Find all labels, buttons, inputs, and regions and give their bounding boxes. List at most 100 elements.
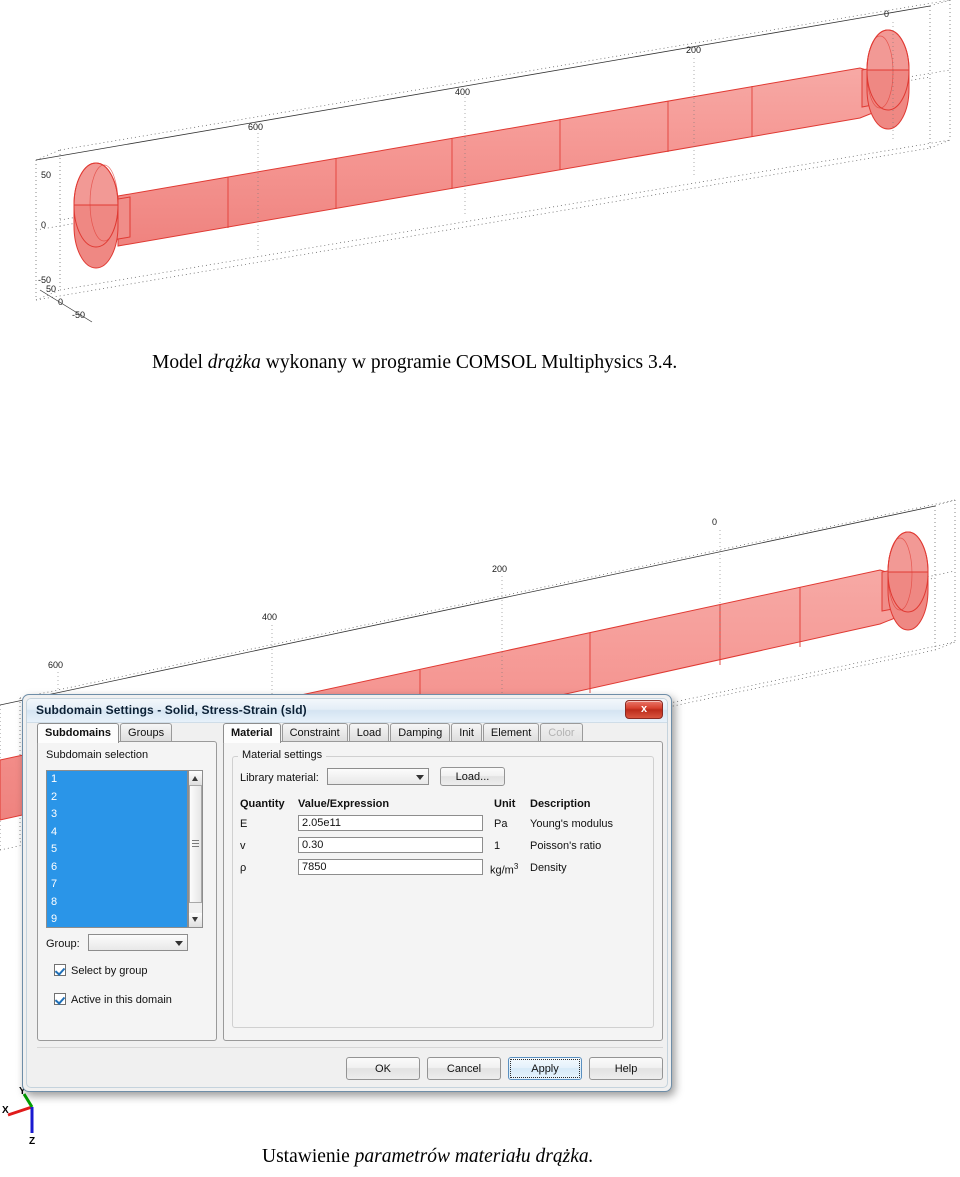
load-button[interactable]: Load... (440, 767, 505, 786)
axis-tick2-200: 200 (492, 564, 507, 574)
axis-tick-d-0: 0 (58, 297, 63, 307)
list-item[interactable]: 2 (47, 788, 187, 806)
dialog-body: Subdomains Groups Subdomain selection 1 … (27, 723, 667, 1087)
help-button[interactable]: Help (589, 1057, 663, 1080)
caption-top-part1: Model (152, 352, 208, 373)
figure-caption-top: Model drążka wykonany w programie COMSOL… (152, 352, 677, 374)
axis-tick-d-m50: -50 (72, 310, 85, 320)
table-header-unit: Unit (494, 798, 516, 810)
axis-tick-400: 400 (455, 87, 470, 97)
list-item[interactable]: 4 (47, 823, 187, 841)
x-axis-line (7, 1105, 33, 1117)
chevron-down-icon (175, 941, 183, 946)
description-value: Young's modulus (530, 818, 614, 830)
density-input[interactable] (298, 859, 483, 875)
model-top-svg: 600 400 200 0 50 0 -50 50 0 -50 (35, 0, 951, 323)
comsol-3d-model-view-top: 600 400 200 0 50 0 -50 50 0 -50 (0, 0, 960, 330)
unit-exponent: 3 (513, 862, 519, 871)
caption-top-italic: drążka (207, 352, 261, 373)
quantity-symbol: E (240, 818, 248, 830)
tab-color: Color (540, 723, 583, 742)
x-axis-label: X (2, 1105, 9, 1116)
unit-value: Pa (494, 818, 508, 830)
axis-tick-labels-depth: 50 0 -50 (46, 284, 85, 320)
dialog-titlebar[interactable]: Subdomain Settings - Solid, Stress-Strai… (27, 699, 667, 723)
axis-tick2-0: 0 (712, 517, 717, 527)
axis-tick-v-0: 0 (41, 220, 46, 230)
tab-groups[interactable]: Groups (120, 723, 173, 742)
axis-tick-labels-vertical: 50 0 -50 (38, 170, 51, 285)
youngs-modulus-input[interactable] (298, 815, 483, 831)
tab-subdomains[interactable]: Subdomains (37, 723, 120, 743)
description-value: Density (530, 862, 567, 874)
active-in-domain-checkbox[interactable] (54, 993, 66, 1005)
unit-value-density: kg/m3 (490, 862, 518, 877)
list-item[interactable]: 9 (47, 911, 187, 927)
axis-tick2-600: 600 (48, 660, 63, 670)
active-in-domain-checkbox-row[interactable]: Active in this domain (54, 993, 172, 1006)
select-by-group-checkbox[interactable] (54, 964, 66, 976)
scroll-down-icon[interactable] (189, 913, 202, 927)
apply-button[interactable]: Apply (508, 1057, 582, 1080)
subdomains-panel: Subdomain selection 1 2 3 4 5 6 7 8 9 Gr… (37, 741, 217, 1041)
group-label: Group: (46, 938, 80, 950)
list-item[interactable]: 5 (47, 841, 187, 859)
cancel-button[interactable]: Cancel (427, 1057, 501, 1080)
subdomain-list-scrollbar[interactable] (188, 770, 203, 928)
axis-tick2-400: 400 (262, 612, 277, 622)
tab-init[interactable]: Init (451, 723, 482, 742)
subdomain-selection-list[interactable]: 1 2 3 4 5 6 7 8 9 (46, 770, 188, 928)
subdomain-settings-dialog: Subdomain Settings - Solid, Stress-Strai… (22, 694, 672, 1092)
scrollbar-grip-icon (192, 840, 199, 848)
unit-value: kg/m (490, 864, 514, 877)
tab-constraint[interactable]: Constraint (281, 723, 348, 742)
group-select[interactable] (88, 934, 188, 951)
select-by-group-label: Select by group (71, 965, 148, 977)
caption-bottom-part1: Ustawienie (262, 1146, 355, 1167)
tab-load[interactable]: Load (348, 723, 390, 742)
tab-material[interactable]: Material (223, 723, 281, 743)
button-bar-separator (37, 1047, 663, 1048)
material-settings-label: Material settings (238, 749, 327, 761)
description-value: Poisson's ratio (530, 840, 602, 852)
unit-value: 1 (494, 840, 501, 852)
axis-triad-svg: X Y Z (2, 1086, 35, 1147)
material-settings-groupbox (232, 756, 654, 1028)
select-by-group-checkbox-row[interactable]: Select by group (54, 964, 147, 977)
list-item[interactable]: 6 (47, 858, 187, 876)
library-material-label: Library material: (240, 772, 319, 784)
subdomain-selection-label: Subdomain selection (46, 749, 149, 761)
tab-damping[interactable]: Damping (390, 723, 451, 742)
table-header-quantity: Quantity (240, 798, 285, 810)
axis-tick-v-50: 50 (41, 170, 51, 180)
scroll-up-icon[interactable] (189, 771, 202, 785)
material-panel: Material settings Library material: Load… (223, 741, 663, 1041)
quantity-symbol: v (240, 840, 246, 852)
right-tabstrip: Material Constraint Load Damping Init El… (223, 723, 584, 743)
list-item[interactable]: 8 (47, 893, 187, 911)
scrollbar-thumb[interactable] (189, 785, 202, 903)
rod-geometry (73, 29, 910, 269)
ok-button[interactable]: OK (346, 1057, 420, 1080)
list-item[interactable]: 7 (47, 876, 187, 894)
close-icon[interactable]: x (625, 700, 663, 719)
chevron-down-icon (416, 775, 424, 780)
quantity-symbol: ρ (240, 862, 247, 874)
library-material-select[interactable] (327, 768, 429, 785)
table-header-description: Description (530, 798, 591, 810)
axis-tick-200: 200 (686, 45, 701, 55)
figure-caption-bottom: Ustawienie parametrów materiału drążka. (262, 1146, 593, 1168)
list-item[interactable]: 1 (47, 771, 187, 789)
dialog-title: Subdomain Settings - Solid, Stress-Strai… (36, 703, 307, 717)
tab-element[interactable]: Element (482, 723, 540, 742)
left-tabstrip: Subdomains Groups (37, 723, 173, 743)
axis-tick-0: 0 (884, 9, 889, 19)
axis-tick-d-50: 50 (46, 284, 56, 294)
dialog-inner-frame: Subdomain Settings - Solid, Stress-Strai… (26, 698, 668, 1088)
active-in-domain-label: Active in this domain (71, 994, 172, 1006)
list-item[interactable]: 3 (47, 806, 187, 824)
caption-bottom-italic: parametrów materiału drążka. (354, 1146, 594, 1167)
poissons-ratio-input[interactable] (298, 837, 483, 853)
table-header-value: Value/Expression (298, 798, 390, 810)
z-axis-label: Z (29, 1136, 35, 1147)
